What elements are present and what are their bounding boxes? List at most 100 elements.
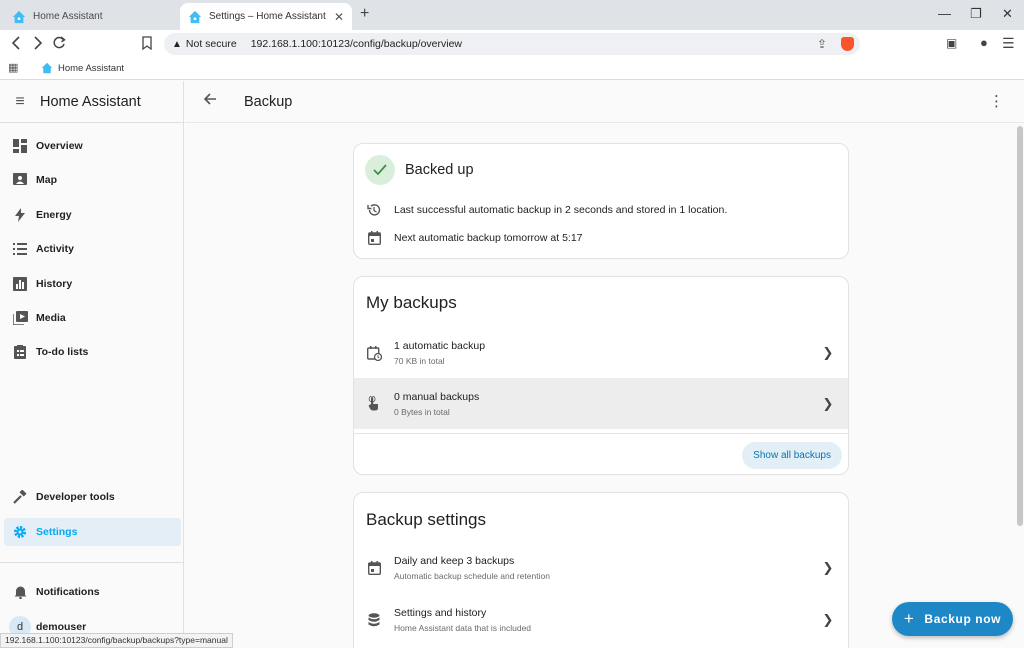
bookmarks-bar: ▦ Home Assistant	[0, 58, 1024, 80]
sidebar-item-label: Settings	[36, 526, 78, 538]
home-assistant-icon	[41, 62, 53, 74]
sidebar-item-activity[interactable]: Activity	[4, 235, 181, 263]
last-backup-row: Last successful automatic backup in 2 se…	[354, 201, 848, 219]
bookmark-icon[interactable]	[141, 35, 153, 55]
wallet-icon[interactable]: ●	[980, 35, 988, 51]
sidebar-item-label: Notifications	[36, 586, 100, 598]
last-backup-text: Last successful automatic backup in 2 se…	[394, 204, 728, 216]
check-icon	[365, 155, 395, 185]
share-icon[interactable]: ⇪	[817, 37, 827, 51]
sidebar-item-map[interactable]: Map	[4, 166, 181, 194]
new-tab-button[interactable]: +	[360, 5, 369, 23]
row-secondary: 70 KB in total	[394, 356, 445, 366]
calendar-clock-icon	[354, 345, 394, 361]
row-primary: 1 automatic backup	[394, 340, 486, 352]
sidebar-divider	[0, 562, 183, 563]
plus-icon: +	[903, 609, 915, 628]
next-backup-text: Next automatic backup tomorrow at 5:17	[394, 232, 583, 244]
security-label: Not secure	[185, 38, 237, 50]
minimize-icon[interactable]: —	[938, 6, 951, 21]
sidebar-item-label: demouser	[36, 621, 87, 633]
backup-settings-card: Backup settings Daily and keep 3 backups…	[353, 492, 849, 648]
tab-title: Home Assistant	[33, 11, 103, 22]
card-actions: Show all backups	[354, 434, 848, 474]
sidebar-item-label: Map	[36, 174, 57, 186]
sidebar-item-label: Overview	[36, 140, 83, 152]
media-icon	[4, 311, 36, 325]
address-bar[interactable]: ▲ Not secure 192.168.1.100:10123/config/…	[164, 33, 860, 55]
chevron-right-icon: ❯	[822, 345, 834, 360]
row-primary: 0 manual backups	[394, 390, 480, 403]
page-header: Backup ⋮	[185, 81, 1024, 123]
browser-toolbar: ▲ Not secure 192.168.1.100:10123/config/…	[0, 30, 1024, 58]
calendar-icon	[354, 561, 394, 575]
sidebar-item-settings[interactable]: Settings	[4, 518, 181, 546]
tab-title: Settings – Home Assistant	[209, 11, 326, 22]
map-icon	[4, 173, 36, 187]
sidebar-item-notifications[interactable]: Notifications	[4, 578, 181, 606]
sidebar-item-overview[interactable]: Overview	[4, 132, 181, 160]
forward-icon[interactable]	[32, 35, 44, 55]
my-backups-card: My backups 1 automatic backup 70 KB in t…	[353, 276, 849, 475]
close-window-icon[interactable]: ✕	[1002, 6, 1013, 22]
sidebar-item-label: History	[36, 278, 73, 290]
more-vert-icon[interactable]: ⋮	[989, 92, 1004, 110]
row-primary: Settings and history	[394, 607, 487, 619]
scrollbar[interactable]	[1017, 126, 1023, 526]
apps-grid-icon[interactable]: ▦	[8, 61, 18, 74]
row-secondary: 0 Bytes in total	[394, 406, 450, 417]
calendar-icon	[354, 231, 394, 245]
back-icon[interactable]	[10, 35, 22, 55]
row-secondary: Home Assistant data that is included	[394, 623, 532, 633]
automatic-backups-row[interactable]: 1 automatic backup 70 KB in total ❯	[354, 328, 848, 378]
history-icon	[354, 203, 394, 217]
sidebar-item-todo[interactable]: To-do lists	[4, 338, 181, 366]
list-icon	[4, 243, 36, 255]
browser-tab-home-assistant[interactable]: Home Assistant	[4, 3, 176, 30]
sidebar: ≡ Home Assistant Overview Map Energy Act…	[0, 81, 184, 648]
warning-icon: ▲	[172, 38, 182, 50]
sidebar-item-label: Media	[36, 312, 66, 324]
sidebar-item-energy[interactable]: Energy	[4, 201, 181, 229]
lightning-icon	[4, 208, 36, 222]
sidebar-item-label: Developer tools	[36, 491, 115, 503]
next-backup-row: Next automatic backup tomorrow at 5:17	[354, 229, 848, 247]
sidebar-item-developer-tools[interactable]: Developer tools	[4, 483, 181, 511]
sidebar-item-history[interactable]: History	[4, 270, 181, 298]
card-title: Backup settings	[366, 510, 487, 529]
gear-icon	[4, 525, 36, 539]
chevron-right-icon: ❯	[822, 395, 834, 411]
chart-icon	[4, 277, 36, 291]
browser-menu-icon[interactable]: ☰	[1002, 35, 1015, 51]
row-primary: Daily and keep 3 backups	[394, 555, 515, 567]
schedule-row[interactable]: Daily and keep 3 backups Automatic backu…	[354, 543, 848, 593]
menu-collapse-icon[interactable]: ≡	[0, 93, 40, 111]
hammer-icon	[4, 490, 36, 504]
sidebar-item-label: Activity	[36, 243, 74, 255]
gesture-tap-icon	[354, 396, 394, 411]
bookmark-home-assistant[interactable]: Home Assistant	[41, 62, 124, 74]
backup-now-label: Backup now	[924, 612, 1002, 626]
reload-icon[interactable]	[52, 35, 66, 55]
browser-status-bar: 192.168.1.100:10123/config/backup/backup…	[0, 633, 233, 648]
dashboard-icon	[4, 139, 36, 153]
bookmark-label: Home Assistant	[58, 62, 124, 74]
back-arrow-icon[interactable]	[203, 92, 217, 110]
restore-icon[interactable]: ❐	[970, 6, 982, 22]
row-secondary: Automatic backup schedule and retention	[394, 571, 550, 581]
backup-status-card: Backed up Last successful automatic back…	[353, 143, 849, 259]
database-icon	[354, 613, 394, 627]
status-title: Backed up	[405, 162, 474, 178]
backup-now-button[interactable]: + Backup now	[892, 602, 1013, 636]
close-tab-icon[interactable]: ✕	[334, 10, 344, 24]
browser-tab-settings[interactable]: Settings – Home Assistant ✕	[180, 3, 352, 30]
sidebar-item-media[interactable]: Media	[4, 304, 181, 332]
clipboard-icon	[4, 345, 36, 359]
sidebar-item-label: Energy	[36, 209, 72, 221]
manual-backups-row[interactable]: 0 manual backups 0 Bytes in total ❯	[354, 378, 848, 429]
reader-mode-icon[interactable]: ▣	[946, 35, 957, 51]
sidebar-item-label: To-do lists	[36, 346, 89, 358]
settings-history-row[interactable]: Settings and history Home Assistant data…	[354, 595, 848, 645]
show-all-backups-button[interactable]: Show all backups	[742, 442, 842, 469]
brave-shields-icon[interactable]	[841, 37, 854, 51]
